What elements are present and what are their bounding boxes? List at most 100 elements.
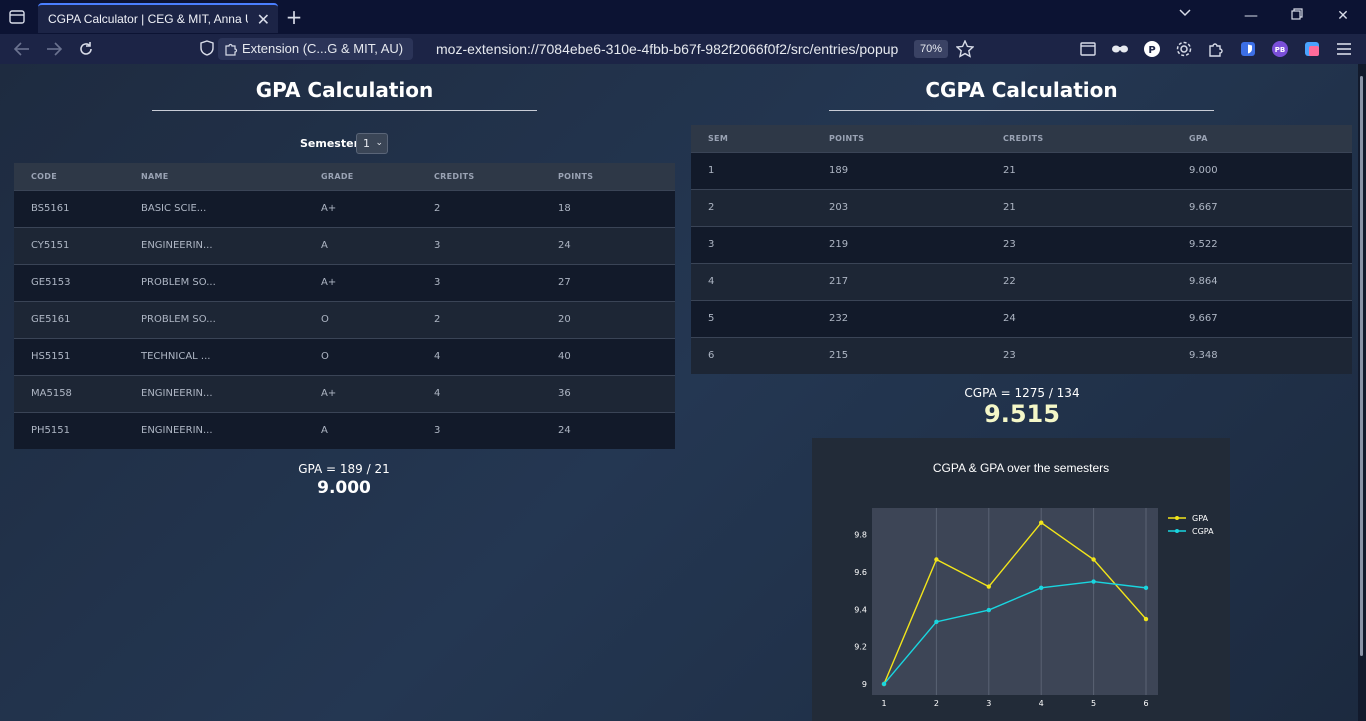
x-tick-label: 4 (1039, 699, 1044, 708)
y-tick-label: 9.4 (854, 605, 867, 614)
course-grade: A+ (321, 374, 434, 412)
table-row: PH5151 ENGINEERIN... A 3 24 (14, 411, 675, 449)
gpa-formula: GPA = 189 / 21 (298, 462, 390, 476)
new-tab-icon[interactable]: + (284, 5, 304, 29)
cgpa-table: SEM POINTS CREDITS GPA 1 189 21 9.000 2 … (691, 125, 1352, 374)
extension-page: GPA Calculation Semester 1 ⌄ CODE NAME G… (0, 64, 1358, 721)
active-tab[interactable]: CGPA Calculator | CEG & MIT, Anna Ur ✕ (38, 3, 278, 33)
sem-number: 1 (691, 151, 829, 189)
back-icon[interactable] (12, 39, 32, 59)
plot-area (872, 508, 1158, 695)
x-tick-label: 2 (934, 699, 939, 708)
sem-points: 203 (829, 188, 1003, 226)
restore-icon[interactable] (1287, 6, 1307, 26)
sem-points: 189 (829, 151, 1003, 189)
zoom-level-button[interactable]: 70% (914, 40, 949, 58)
url-text[interactable]: moz-extension://7084ebe6-310e-4fbb-b67f-… (436, 41, 906, 57)
profile-avatar-icon[interactable]: PB (1270, 39, 1290, 59)
course-points: 24 (558, 411, 675, 449)
course-credits: 4 (434, 337, 558, 375)
course-code: MA5158 (14, 374, 141, 412)
bitwarden-shield-icon[interactable] (1238, 39, 1258, 59)
bookmark-star-icon[interactable] (955, 39, 975, 62)
course-grade: A+ (321, 263, 434, 301)
column-header-code: CODE (14, 163, 141, 190)
sem-points: 217 (829, 262, 1003, 300)
settings-gear-icon[interactable] (1174, 39, 1194, 59)
course-code: HS5151 (14, 337, 141, 375)
column-header-gpa: GPA (1189, 125, 1352, 152)
reader-view-icon[interactable] (1078, 39, 1098, 59)
x-tick-label: 1 (881, 699, 886, 708)
table-row: 4 217 22 9.864 (691, 262, 1352, 300)
close-window-icon[interactable]: ✕ (1333, 6, 1353, 26)
table-row: BS5161 BASIC SCIE... A+ 2 18 (14, 189, 675, 227)
column-header-sem: SEM (691, 125, 829, 152)
y-tick-label: 9.8 (854, 531, 867, 540)
gpa-title-underline (152, 110, 537, 111)
list-all-tabs-icon[interactable] (1175, 6, 1195, 26)
cgpa-formula: CGPA = 1275 / 134 (964, 386, 1080, 400)
sem-credits: 23 (1003, 225, 1189, 263)
shield-icon[interactable] (200, 40, 214, 60)
extension-identity-pill[interactable]: Extension (C...G & MIT, AU) (218, 38, 414, 63)
pushbullet-icon[interactable]: P (1142, 39, 1162, 59)
sem-gpa: 9.348 (1189, 336, 1352, 374)
translate-icon[interactable] (1302, 39, 1322, 59)
course-name: BASIC SCIE... (141, 189, 321, 227)
course-code: GE5161 (14, 300, 141, 338)
column-header-grade: GRADE (321, 163, 434, 190)
course-points: 40 (558, 337, 675, 375)
sem-points: 232 (829, 299, 1003, 337)
course-grade: A (321, 226, 434, 264)
sem-number: 3 (691, 225, 829, 263)
minimize-icon[interactable]: — (1241, 6, 1261, 26)
sem-gpa: 9.667 (1189, 299, 1352, 337)
sem-credits: 21 (1003, 151, 1189, 189)
legend-marker-gpa (1175, 516, 1179, 520)
table-row: 6 215 23 9.348 (691, 336, 1352, 374)
private-mask-icon[interactable] (1110, 39, 1130, 59)
course-code: PH5151 (14, 411, 141, 449)
chevron-down-icon: ⌄ (375, 138, 383, 148)
column-header-points: POINTS (558, 163, 675, 190)
hamburger-menu-icon[interactable] (1334, 39, 1354, 59)
course-points: 27 (558, 263, 675, 301)
tab-title: CGPA Calculator | CEG & MIT, Anna Ur (48, 12, 248, 26)
tab-list-icon[interactable] (8, 8, 26, 26)
reload-icon[interactable] (76, 39, 96, 59)
close-tab-icon[interactable]: ✕ (257, 10, 270, 29)
data-point-gpa (1091, 557, 1096, 562)
gpa-section-title: GPA Calculation (255, 78, 434, 102)
sem-credits: 21 (1003, 188, 1189, 226)
sem-points: 219 (829, 225, 1003, 263)
table-row: GE5161 PROBLEM SO... O 2 20 (14, 300, 675, 338)
extensions-puzzle-icon[interactable] (1206, 39, 1226, 59)
course-credits: 2 (434, 300, 558, 338)
data-point-cgpa (1091, 579, 1096, 584)
page-scrollbar[interactable] (1358, 64, 1366, 721)
course-points: 24 (558, 226, 675, 264)
puzzle-icon (224, 41, 238, 63)
data-point-gpa (1143, 616, 1149, 622)
course-grade: A (321, 411, 434, 449)
legend-label-gpa: GPA (1192, 514, 1209, 523)
column-header-points: POINTS (829, 125, 1003, 152)
scrollbar-thumb[interactable] (1360, 76, 1363, 656)
table-row: 5 232 24 9.667 (691, 299, 1352, 337)
sem-number: 5 (691, 299, 829, 337)
course-credits: 3 (434, 411, 558, 449)
course-name: PROBLEM SO... (141, 263, 321, 301)
svg-text:P: P (1148, 45, 1155, 56)
column-header-name: NAME (141, 163, 321, 190)
url-bar[interactable]: Extension (C...G & MIT, AU) moz-extensio… (196, 36, 976, 62)
table-row: 3 219 23 9.522 (691, 225, 1352, 263)
course-name: ENGINEERIN... (141, 226, 321, 264)
legend-marker-cgpa (1175, 529, 1179, 533)
forward-icon[interactable] (44, 39, 64, 59)
sem-number: 2 (691, 188, 829, 226)
sem-number: 6 (691, 336, 829, 374)
course-name: TECHNICAL ... (141, 337, 321, 375)
sem-number: 4 (691, 262, 829, 300)
semester-select[interactable]: 1 ⌄ (356, 133, 388, 154)
